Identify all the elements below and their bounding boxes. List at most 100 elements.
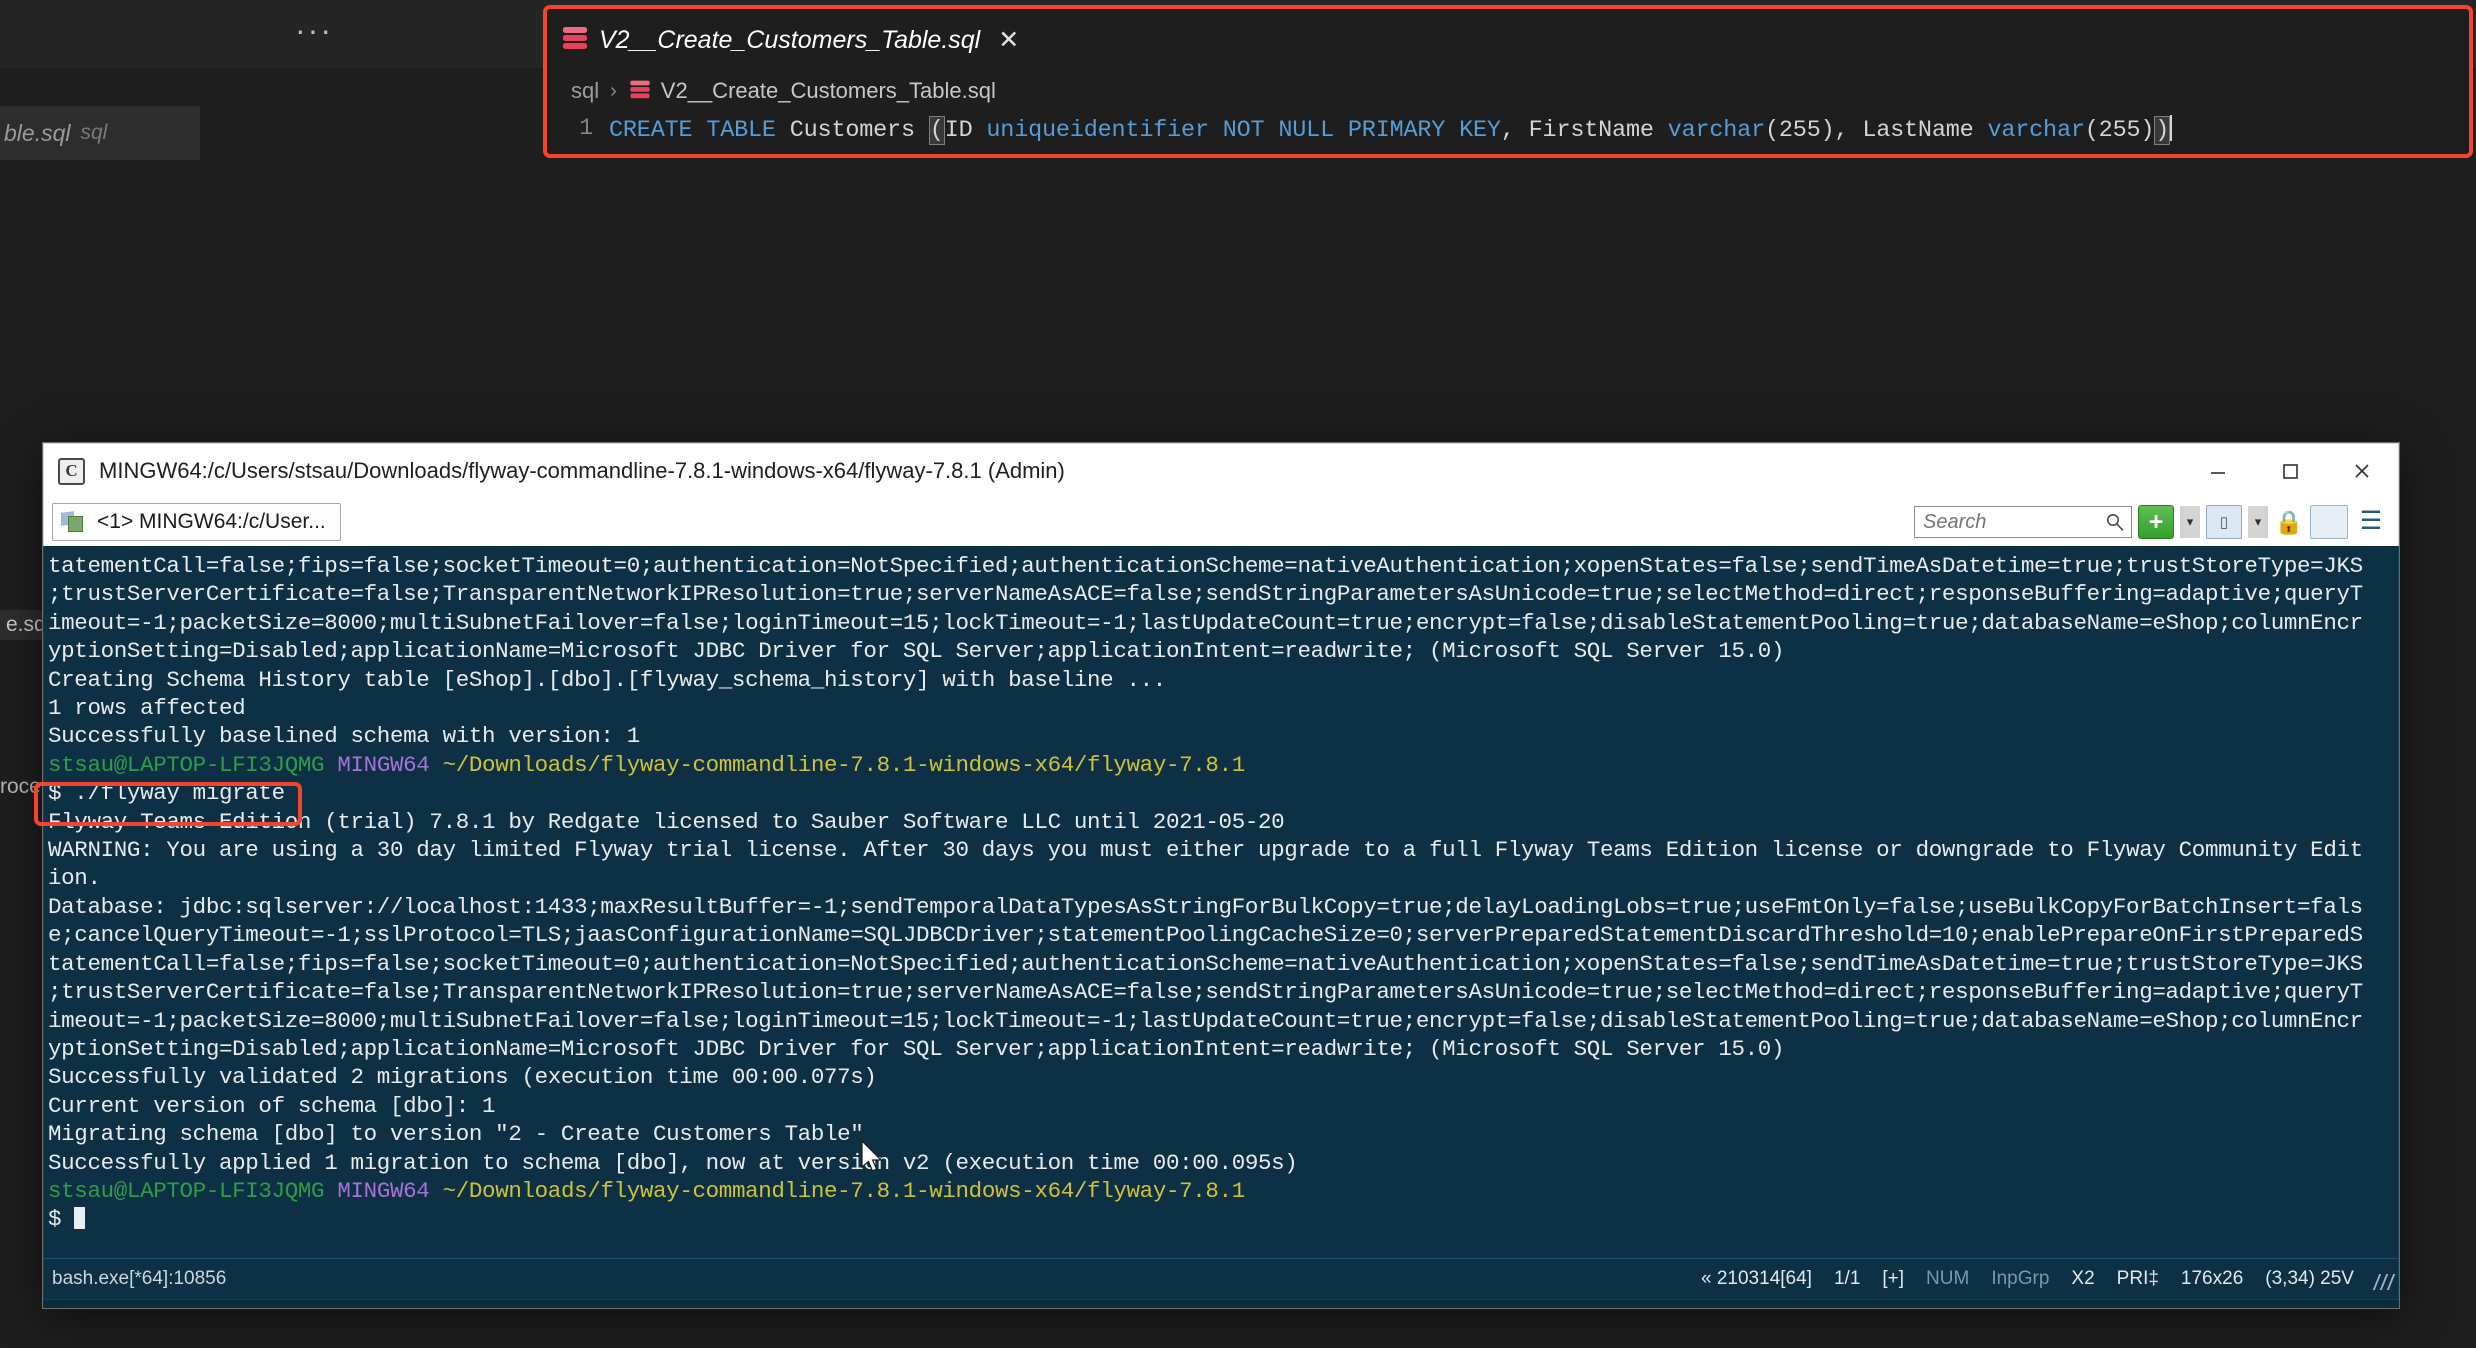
new-tab-button[interactable]: + <box>2138 505 2174 539</box>
mintty-icon: C <box>58 457 85 485</box>
new-tab-dropdown-icon[interactable]: ▾ <box>2180 506 2200 538</box>
prompt-path: ~/Downloads/flyway-commandline-7.8.1-win… <box>442 1177 1246 1204</box>
editor-tab-row: V2__Create_Customers_Table.sql ✕ <box>547 9 2469 71</box>
code-token-4: ( <box>928 116 945 145</box>
tab-label: V2__Create_Customers_Table.sql <box>599 25 981 54</box>
terminal-line: e;cancelQueryTimeout=-1;sslProtocol=TLS;… <box>48 922 2363 949</box>
terminal-line: Database: jdbc:sqlserver://localhost:143… <box>48 893 2363 920</box>
terminal-line: ;trustServerCertificate=false;Transparen… <box>48 979 2363 1006</box>
terminal-tab-bar: <1> MINGW64:/c/User... + ▾ ▯ ▾ 🔒 ☰ <box>43 498 2399 546</box>
code-token-12: PRIMARY <box>1347 117 1446 144</box>
terminal-output[interactable]: tatementCall=false;fips=false;socketTime… <box>43 546 2399 1258</box>
terminal-toolbar: + ▾ ▯ ▾ 🔒 ☰ <box>1914 505 2398 539</box>
code-token-20: ) <box>2154 116 2171 145</box>
terminal-line: Successfully validated 2 migrations (exe… <box>48 1064 877 1091</box>
breadcrumb-folder[interactable]: sql <box>571 78 599 104</box>
status-item-5: X2 <box>2071 1268 2095 1289</box>
window-icon[interactable]: ▯ <box>2206 505 2242 539</box>
code-token-14: KEY <box>1459 117 1501 144</box>
terminal-line: Successfully baselined schema with versi… <box>48 723 640 750</box>
background-text-fragment-2: roce <box>0 775 41 798</box>
prompt-shell: MINGW64 <box>337 751 430 778</box>
search-icon <box>2107 514 2124 532</box>
terminal-line: $ <box>48 1205 2398 1233</box>
terminal-line: ;trustServerCertificate=false;Transparen… <box>48 581 2363 608</box>
terminal-tab-1[interactable]: <1> MINGW64:/c/User... <box>52 503 341 541</box>
minimize-button[interactable] <box>2182 444 2254 499</box>
code-token-9 <box>1264 117 1278 144</box>
prompt-user: stsau@LAPTOP-LFI3JQMG <box>48 751 325 778</box>
terminal-line: stsau@LAPTOP-LFI3JQMG MINGW64 ~/Download… <box>48 751 2398 779</box>
resize-grip-icon[interactable] <box>2372 1268 2398 1290</box>
sql-file-icon <box>563 27 587 53</box>
code-token-5: ID <box>944 117 987 144</box>
status-indicators: « 210314[64] 1/1 [+] NUM InpGrp X2 PRI‡ 176x26 (… <box>1701 1268 2366 1290</box>
terminal-line: Creating Schema History table [eShop].[d… <box>48 666 1166 693</box>
breadcrumb-file[interactable]: V2__Create_Customers_Table.sql <box>661 78 996 104</box>
editor-overflow-menu-icon[interactable]: ··· <box>290 8 338 52</box>
code-token-10: NULL <box>1278 117 1334 144</box>
window-controls <box>2182 444 2398 499</box>
terminal-line: WARNING: You are using a 30 day limited … <box>48 837 2363 864</box>
status-item-2: [+] <box>1882 1268 1905 1289</box>
terminal-cursor <box>74 1207 86 1230</box>
terminal-line: stsau@LAPTOP-LFI3JQMG MINGW64 ~/Download… <box>48 1177 2398 1205</box>
window-dropdown-icon[interactable]: ▾ <box>2248 506 2268 538</box>
inactive-tab-ext: sql <box>80 121 108 144</box>
terminal-line: tatementCall=false;fips=false;socketTime… <box>48 950 2363 977</box>
close-icon[interactable]: ✕ <box>998 27 1019 53</box>
code-token-3: Customers <box>775 117 929 144</box>
mintty-terminal-window: C MINGW64:/c/Users/stsau/Downloads/flywa… <box>43 443 2399 1308</box>
search-input[interactable] <box>1921 509 2105 535</box>
status-item-1: 1/1 <box>1833 1268 1861 1289</box>
status-item-3: NUM <box>1926 1268 1970 1289</box>
code-token-15: , FirstName <box>1500 117 1668 144</box>
sql-editor-panel: V2__Create_Customers_Table.sql ✕ sql › V… <box>547 9 2469 154</box>
code-token-11 <box>1334 117 1348 144</box>
terminal-line: yptionSetting=Disabled;applicationName=M… <box>48 638 1785 665</box>
vscode-inactive-tab[interactable]: ble.sql sql <box>0 106 200 160</box>
terminal-tab-icon <box>61 510 87 534</box>
title-bar[interactable]: C MINGW64:/c/Users/stsau/Downloads/flywa… <box>43 443 2399 498</box>
lock-icon[interactable]: 🔒 <box>2274 506 2304 538</box>
terminal-tab-label: <1> MINGW64:/c/User... <box>97 510 326 533</box>
code-token-17: (255), LastName <box>1765 117 1988 144</box>
terminal-line: Current version of schema [dbo]: 1 <box>48 1092 496 1119</box>
terminal-status-bar: bash.exe[*64]:10856 « 210314[64] 1/1 [+] NU… <box>43 1258 2399 1300</box>
status-item-6: PRI‡ <box>2116 1268 2159 1289</box>
code-token-0: CREATE <box>609 117 693 144</box>
terminal-line: imeout=-1;packetSize=8000;multiSubnetFai… <box>48 1007 2363 1034</box>
terminal-line: Flyway Teams Edition (trial) 7.8.1 by Re… <box>48 808 1285 835</box>
split-pane-icon[interactable] <box>2310 505 2348 539</box>
search-box[interactable] <box>1914 506 2132 538</box>
text-caret <box>2170 115 2173 141</box>
status-item-8: (3,34) 25V <box>2265 1268 2354 1289</box>
prompt-user: stsau@LAPTOP-LFI3JQMG <box>48 1177 325 1204</box>
status-item-0: « 210314[64] <box>1701 1268 1812 1289</box>
tab-v2-create-customers-table[interactable]: V2__Create_Customers_Table.sql ✕ <box>547 9 1038 71</box>
code-token-18: varchar <box>1987 117 2085 144</box>
chevron-right-icon: › <box>610 79 617 102</box>
prompt-path: ~/Downloads/flyway-commandline-7.8.1-win… <box>442 751 1246 778</box>
prompt-shell: MINGW64 <box>337 1177 430 1204</box>
terminal-line: $ ./flyway migrate <box>48 780 285 807</box>
terminal-line: Migrating schema [dbo] to version "2 - C… <box>48 1121 864 1148</box>
code-token-19: (255) <box>2084 117 2155 144</box>
terminal-line: ion. <box>48 865 101 892</box>
sql-file-icon <box>630 80 650 102</box>
close-button[interactable] <box>2326 444 2398 499</box>
code-token-1 <box>692 117 706 144</box>
terminal-line: tatementCall=false;fips=false;socketTime… <box>48 553 2363 579</box>
code-area[interactable]: 1 CREATE TABLE Customers (ID uniqueident… <box>547 111 2469 154</box>
terminal-line: Successfully applied 1 migration to sche… <box>48 1149 1298 1176</box>
code-line-1[interactable]: CREATE TABLE Customers (ID uniqueidentif… <box>609 115 2173 145</box>
inactive-tab-label: ble.sql <box>4 119 71 146</box>
hamburger-menu-icon[interactable]: ☰ <box>2354 506 2388 538</box>
terminal-line: yptionSetting=Disabled;applicationName=M… <box>48 1035 1785 1062</box>
terminal-line: imeout=-1;packetSize=8000;multiSubnetFai… <box>48 609 2363 636</box>
terminal-line: 1 rows affected <box>48 695 246 722</box>
maximize-button[interactable] <box>2254 444 2326 499</box>
code-token-7 <box>1209 117 1223 144</box>
status-process: bash.exe[*64]:10856 <box>52 1268 227 1289</box>
code-token-6: uniqueidentifier <box>986 117 1209 144</box>
